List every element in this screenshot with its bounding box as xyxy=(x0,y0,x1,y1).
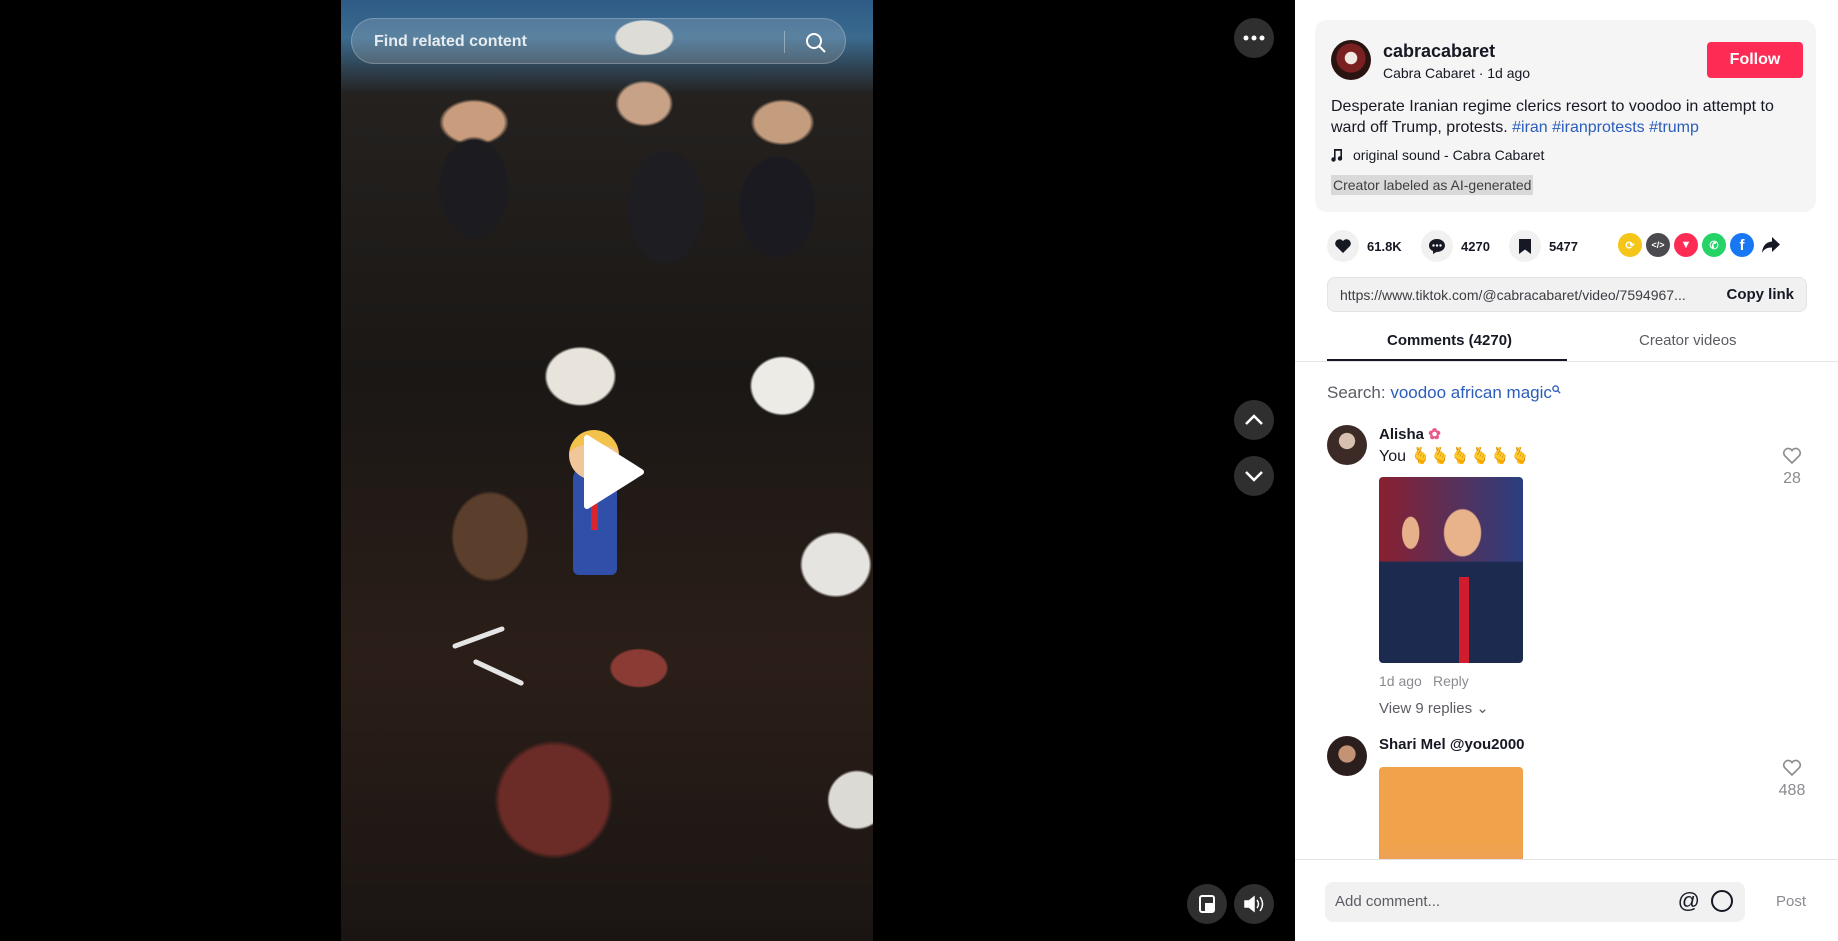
mention-icon[interactable]: @ xyxy=(1678,888,1700,914)
like-count: 61.8K xyxy=(1367,238,1402,254)
active-tab-indicator xyxy=(1327,359,1567,361)
mini-player-icon xyxy=(1199,895,1215,913)
search-query[interactable]: voodoo african magic xyxy=(1390,383,1552,402)
share-link-box: https://www.tiktok.com/@cabracabaret/vid… xyxy=(1327,277,1807,312)
bookmark-icon xyxy=(1509,230,1541,262)
facebook-icon[interactable]: f xyxy=(1730,233,1754,257)
find-related-search[interactable]: Find related content xyxy=(351,18,846,64)
flower-icon: ✿ xyxy=(1428,426,1441,443)
more-icon xyxy=(1243,35,1265,41)
embed-icon[interactable]: </> xyxy=(1646,233,1670,257)
commenter-avatar[interactable] xyxy=(1327,736,1367,776)
save-button[interactable]: 5477 xyxy=(1509,230,1578,262)
comment-item: Alisha ✿ You 🫰🫰🫰🫰🫰🫰 1d ago Reply View 9 … xyxy=(1327,425,1807,717)
post-description: Desperate Iranian regime clerics resort … xyxy=(1331,96,1806,138)
tab-comments[interactable]: Comments (4270) xyxy=(1387,332,1512,349)
post-info-card: cabracabaret Cabra Cabaret · 1d ago Foll… xyxy=(1315,20,1816,212)
chevron-down-icon xyxy=(1245,471,1263,482)
video-content-knife xyxy=(451,625,506,650)
search-icon xyxy=(1552,385,1561,394)
comment-like-button[interactable]: 488 xyxy=(1777,759,1807,800)
comment-search-suggestion[interactable]: Search: voodoo african magic xyxy=(1327,383,1561,403)
add-comment-placeholder: Add comment... xyxy=(1335,893,1441,910)
comment-item: Shari Mel @you2000 488 xyxy=(1327,736,1807,859)
send-icon[interactable]: ▼ xyxy=(1674,233,1698,257)
comment-image[interactable] xyxy=(1379,767,1523,859)
play-icon[interactable] xyxy=(577,432,647,512)
comment-time: 1d ago xyxy=(1379,673,1422,689)
comment-like-button[interactable]: 28 xyxy=(1777,447,1807,488)
chevron-down-icon: ⌄ xyxy=(1476,700,1489,717)
volume-button[interactable] xyxy=(1234,884,1274,924)
side-panel: cabracabaret Cabra Cabaret · 1d ago Foll… xyxy=(1295,0,1838,941)
commenter-name[interactable]: Alisha ✿ xyxy=(1379,425,1441,443)
comment-text: You 🫰🫰🫰🫰🫰🫰 xyxy=(1379,448,1530,465)
video-stage: Find related content xyxy=(0,0,1295,941)
comment-icon xyxy=(1421,230,1453,262)
volume-icon xyxy=(1244,895,1264,913)
add-comment-input[interactable]: Add comment... @ xyxy=(1325,882,1745,922)
creator-username[interactable]: cabracabaret xyxy=(1383,41,1495,62)
share-arrow-icon[interactable] xyxy=(1761,236,1781,254)
music-note-icon xyxy=(1331,149,1343,162)
chevron-up-icon xyxy=(1245,414,1263,425)
comment-button[interactable]: 4270 xyxy=(1421,230,1490,262)
comment-image-tie xyxy=(1459,577,1469,663)
next-video-button[interactable] xyxy=(1234,456,1274,496)
heart-outline-icon xyxy=(1782,447,1802,465)
music-link[interactable]: original sound - Cabra Cabaret xyxy=(1331,147,1544,163)
comment-count: 4270 xyxy=(1461,238,1490,254)
comment-like-count: 28 xyxy=(1783,470,1801,487)
copy-link-button[interactable]: Copy link xyxy=(1726,286,1794,303)
hashtag-link[interactable]: #iran xyxy=(1512,119,1548,136)
comment-image[interactable] xyxy=(1379,477,1523,663)
share-url[interactable]: https://www.tiktok.com/@cabracabaret/vid… xyxy=(1340,287,1710,303)
reply-button[interactable]: Reply xyxy=(1433,673,1469,689)
search-icon[interactable] xyxy=(804,31,828,55)
video-content-knife xyxy=(472,658,525,687)
follow-button[interactable]: Follow xyxy=(1707,42,1803,78)
hashtag-link[interactable]: #iranprotests xyxy=(1552,119,1645,136)
comment-composer: Add comment... @ Post xyxy=(1295,859,1838,941)
save-count: 5477 xyxy=(1549,238,1578,254)
heart-icon xyxy=(1327,230,1359,262)
mini-player-button[interactable] xyxy=(1187,884,1227,924)
previous-video-button[interactable] xyxy=(1234,400,1274,440)
post-comment-button[interactable]: Post xyxy=(1776,893,1806,910)
action-bar: 61.8K 4270 5477 ⟳ </> ▼ ✆ f xyxy=(1327,230,1817,262)
view-replies-text: View 9 replies xyxy=(1379,700,1473,717)
commenter-avatar[interactable] xyxy=(1327,425,1367,465)
panel-tabs: Comments (4270) Creator videos xyxy=(1295,322,1838,362)
music-title: original sound - Cabra Cabaret xyxy=(1353,147,1545,163)
repost-icon[interactable]: ⟳ xyxy=(1618,233,1642,257)
heart-outline-icon xyxy=(1782,759,1802,777)
commenter-name-text: Alisha xyxy=(1379,426,1425,443)
view-replies-button[interactable]: View 9 replies ⌄ xyxy=(1379,699,1489,717)
emoji-icon[interactable] xyxy=(1711,890,1733,912)
whatsapp-icon[interactable]: ✆ xyxy=(1702,233,1726,257)
comment-like-count: 488 xyxy=(1778,782,1806,799)
more-options-button[interactable] xyxy=(1234,18,1274,58)
ai-generated-label: Creator labeled as AI-generated xyxy=(1331,175,1534,195)
search-divider xyxy=(784,31,785,53)
hashtag-link[interactable]: #trump xyxy=(1649,119,1699,136)
search-placeholder: Find related content xyxy=(374,33,527,50)
creator-avatar[interactable] xyxy=(1331,40,1371,80)
like-button[interactable]: 61.8K xyxy=(1327,230,1402,262)
tab-creator-videos[interactable]: Creator videos xyxy=(1639,332,1737,349)
commenter-name[interactable]: Shari Mel @you2000 xyxy=(1379,736,1525,753)
search-prefix: Search: xyxy=(1327,383,1391,402)
post-meta: Cabra Cabaret · 1d ago xyxy=(1383,65,1531,81)
